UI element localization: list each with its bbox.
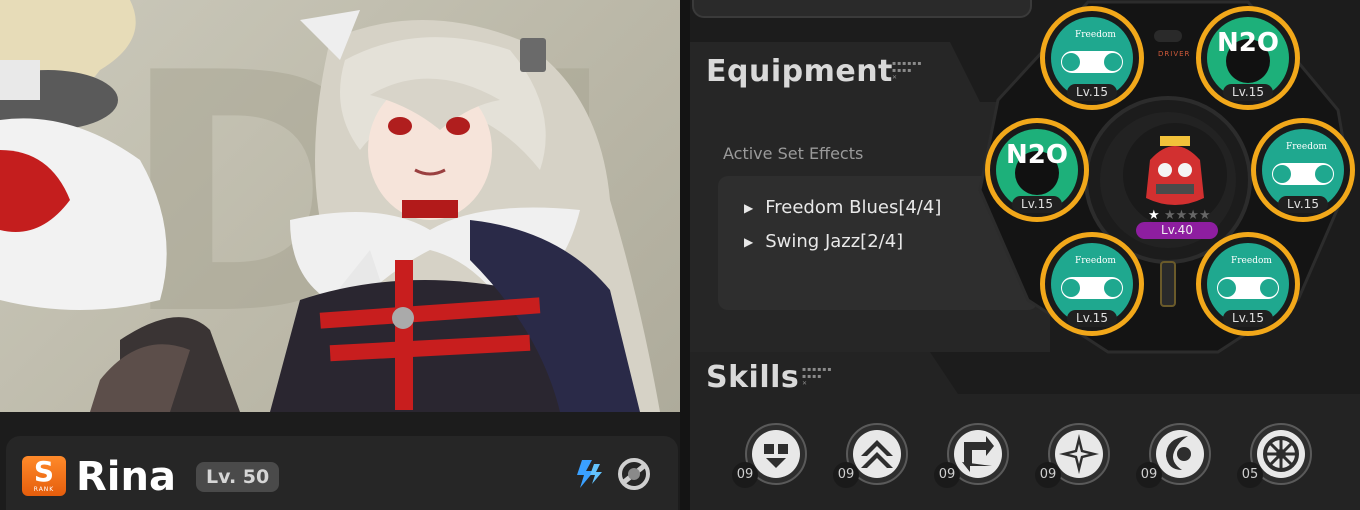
- disc-slot-3[interactable]: Freedom Lv.15: [1251, 118, 1355, 222]
- bangboo-level: Lv.40: [1136, 222, 1218, 239]
- svg-text:Freedom: Freedom: [1075, 30, 1116, 40]
- skill-level: 09: [1136, 462, 1162, 488]
- disc-level: Lv.15: [1223, 310, 1273, 327]
- skill-level: 09: [732, 462, 758, 488]
- disc-slot-5[interactable]: Freedom Lv.15: [1040, 232, 1144, 336]
- disc-slot-6[interactable]: N2O Lv.15: [985, 118, 1089, 222]
- driver-label: DRIVER: [1158, 50, 1191, 58]
- bangboo-portrait[interactable]: ★ ★★★★: [1120, 120, 1230, 230]
- character-level-badge: Lv. 50: [196, 462, 280, 492]
- rank-sub-label: RANK: [33, 486, 55, 493]
- expand-arrow-icon: ▶: [744, 200, 754, 215]
- expand-arrow-icon: ▶: [744, 234, 754, 249]
- set-effect-label: Swing Jazz[2/4]: [765, 231, 904, 252]
- panel-divider: [680, 0, 690, 510]
- skill-level: 09: [934, 462, 960, 488]
- character-art: [0, 0, 660, 412]
- svg-text:Freedom: Freedom: [1231, 256, 1272, 266]
- set-effect-label: Freedom Blues[4/4]: [765, 197, 942, 218]
- skill-level: 05: [1237, 462, 1263, 488]
- svg-text:N2O: N2O: [1217, 28, 1279, 58]
- skills-title: Skills: [706, 360, 800, 395]
- svg-text:N2O: N2O: [1006, 140, 1068, 170]
- bangboo-empty-stars: ★★★★: [1164, 208, 1211, 223]
- equipment-title: Equipment: [706, 54, 893, 89]
- support-icon: [618, 458, 650, 490]
- svg-text:Freedom: Freedom: [1286, 142, 1327, 152]
- character-portrait: DII: [0, 0, 680, 412]
- disc-level: Lv.15: [1067, 310, 1117, 327]
- disc-slot-4[interactable]: Freedom Lv.15: [1196, 232, 1300, 336]
- disc-level: Lv.15: [1278, 196, 1328, 213]
- equipment-title-decor: ▪▪▪▪▪▪ ▪▪▪▪ ✕: [892, 60, 923, 81]
- rank-badge: S RANK: [22, 456, 66, 496]
- disc-level: Lv.15: [1067, 84, 1117, 101]
- disc-slot-2[interactable]: N2O Lv.15: [1196, 6, 1300, 110]
- skill-level: 09: [833, 462, 859, 488]
- disc-level: Lv.15: [1223, 84, 1273, 101]
- character-name: Rina: [76, 454, 176, 500]
- rank-letter: S: [33, 455, 55, 488]
- set-effect-item[interactable]: ▶ Freedom Blues[4/4]: [744, 197, 941, 218]
- svg-text:Freedom: Freedom: [1075, 256, 1116, 266]
- skill-level: 09: [1035, 462, 1061, 488]
- disc-level: Lv.15: [1012, 196, 1062, 213]
- set-effect-item[interactable]: ▶ Swing Jazz[2/4]: [744, 231, 903, 252]
- bangboo-rank-stars: ★: [1148, 208, 1160, 223]
- skills-title-decor: ▪▪▪▪▪▪ ▪▪▪▪ ✕: [802, 366, 833, 387]
- disc-slot-1[interactable]: Freedom Lv.15: [1040, 6, 1144, 110]
- active-set-effects-label: Active Set Effects: [723, 144, 864, 163]
- electric-icon: [577, 460, 602, 488]
